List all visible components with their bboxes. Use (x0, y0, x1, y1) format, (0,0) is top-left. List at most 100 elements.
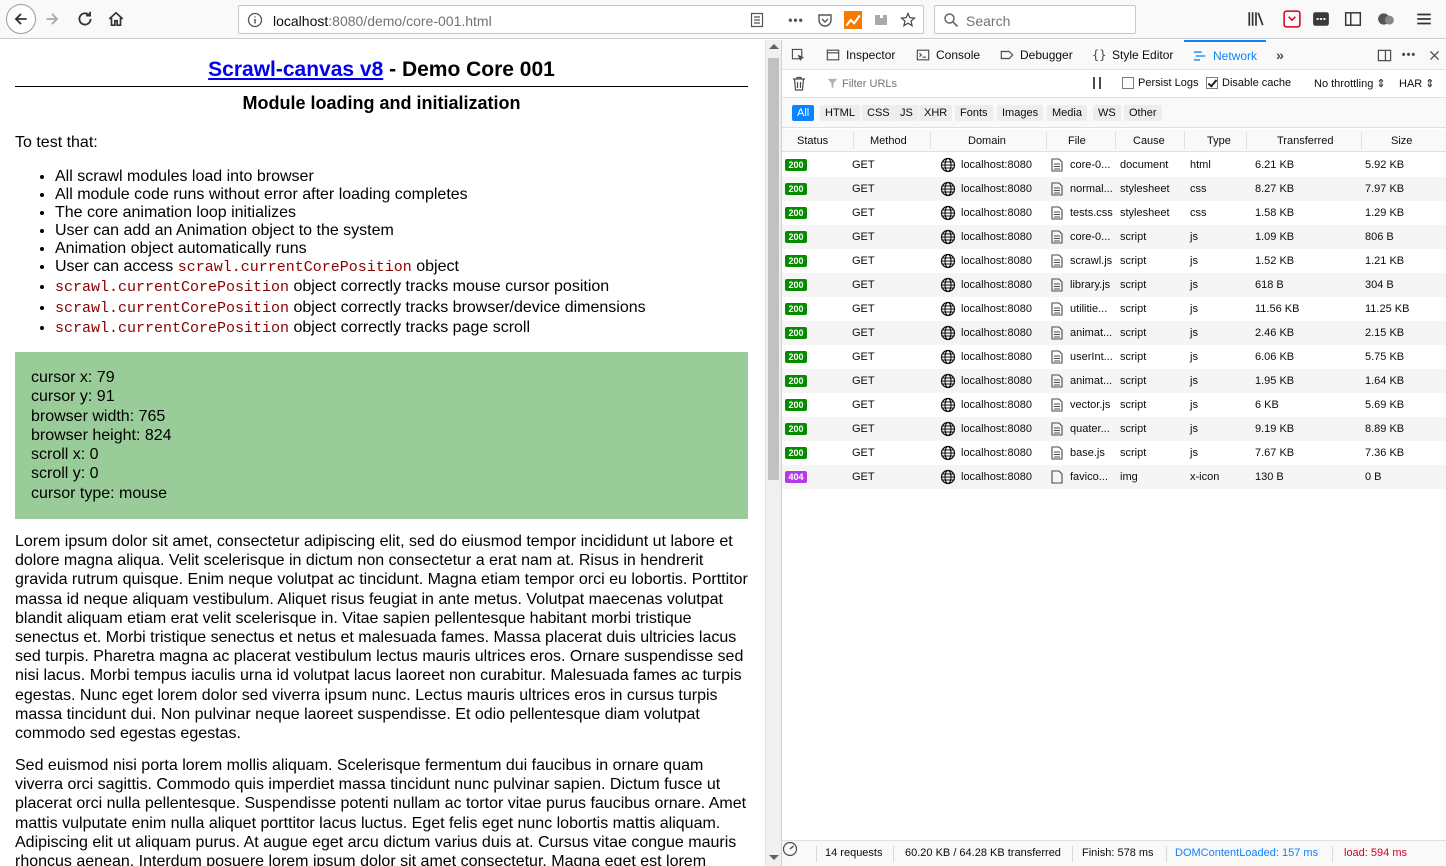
file-icon (1051, 206, 1063, 220)
scrawl-canvas-link[interactable]: Scrawl-canvas v8 (208, 58, 383, 81)
column-cause[interactable]: Cause (1133, 135, 1165, 147)
pause-button[interactable] (1093, 77, 1103, 89)
extension-dark-button[interactable] (1308, 6, 1334, 32)
table-row[interactable]: 200 GET localhost:8080 utilitie... script js 1… (782, 297, 1446, 321)
table-row[interactable]: 200 GET localhost:8080 library.js script js 61… (782, 273, 1446, 297)
element-picker-button[interactable] (790, 47, 806, 63)
filter-js-button[interactable]: JS (895, 105, 918, 121)
more-tabs-button[interactable]: » (1272, 47, 1288, 63)
account-button[interactable] (1373, 6, 1399, 32)
globe-icon (940, 205, 956, 221)
bookmark-star-button[interactable] (899, 11, 917, 29)
table-row[interactable]: 200 GET localhost:8080 core-0... document htm… (782, 153, 1446, 177)
page-scrollbar[interactable] (765, 40, 781, 866)
table-row[interactable]: 200 GET localhost:8080 tests.css stylesheet c… (782, 201, 1446, 225)
filter-html-button[interactable]: HTML (820, 105, 860, 121)
request-cause: stylesheet (1120, 207, 1170, 219)
tab-style-editor[interactable]: {} Style Editor (1092, 40, 1173, 70)
column-type[interactable]: Type (1207, 135, 1231, 147)
har-menu[interactable]: HAR ⇕ (1399, 77, 1435, 90)
filter-images-button[interactable]: Images (997, 105, 1044, 121)
filter-fonts-button[interactable]: Fonts (955, 105, 993, 121)
table-row[interactable]: 200 GET localhost:8080 animat... script js 1.9… (782, 369, 1446, 393)
trash-icon[interactable] (792, 76, 806, 91)
reader-view-button[interactable] (748, 11, 766, 29)
page-actions-button[interactable]: ••• (787, 11, 805, 29)
info-icon[interactable] (247, 12, 263, 28)
disable-cache-checkbox[interactable]: Disable cache (1206, 77, 1291, 89)
throttling-select[interactable]: No throttling ⇕ (1314, 77, 1386, 90)
checkbox-box[interactable] (1206, 77, 1218, 89)
sidebar-button[interactable] (1340, 6, 1366, 32)
forward-button[interactable] (39, 6, 65, 32)
scroll-up-arrow-icon[interactable] (769, 44, 779, 49)
request-method: GET (852, 351, 875, 363)
menu-button[interactable] (1411, 6, 1437, 32)
performance-icon[interactable] (782, 841, 798, 857)
column-transferred[interactable]: Transferred (1277, 135, 1333, 147)
request-transferred: 11.56 KB (1255, 303, 1300, 315)
request-transferred: 618 B (1255, 279, 1284, 291)
filter-other-button[interactable]: Other (1124, 105, 1162, 121)
checkbox-box[interactable] (1122, 77, 1134, 89)
request-type: x-icon (1190, 471, 1220, 483)
extension-gray-button[interactable] (872, 11, 890, 29)
scroll-down-arrow-icon[interactable] (769, 855, 779, 860)
table-row[interactable]: 200 GET localhost:8080 base.js script js 7.67 … (782, 441, 1446, 465)
scrollbar-thumb[interactable] (768, 58, 779, 480)
request-file: quater... (1070, 423, 1110, 435)
tab-inspector[interactable]: Inspector (826, 40, 895, 70)
column-status[interactable]: Status (797, 135, 828, 147)
column-file[interactable]: File (1068, 135, 1086, 147)
table-row[interactable]: 200 GET localhost:8080 scrawl.js script js 1.5… (782, 249, 1446, 273)
title-divider (15, 86, 748, 87)
globe-icon (940, 469, 956, 485)
column-domain[interactable]: Domain (968, 135, 1006, 147)
filter-urls-input[interactable]: Filter URLs (820, 75, 1080, 93)
home-button[interactable] (103, 6, 129, 32)
url-text[interactable]: localhost:8080/demo/core-001.html (273, 13, 492, 29)
close-icon (1429, 50, 1439, 60)
request-type-filters: All HTML CSS JS XHR Fonts Images Media W… (782, 98, 1446, 128)
table-row[interactable]: 200 GET localhost:8080 core-0... script js 1.0… (782, 225, 1446, 249)
tab-console[interactable]: Console (916, 40, 980, 70)
extension-chart-button[interactable] (844, 11, 862, 29)
filter-css-button[interactable]: CSS (862, 105, 895, 121)
table-row[interactable]: 200 GET localhost:8080 userInt... script js 6.… (782, 345, 1446, 369)
column-method[interactable]: Method (870, 135, 907, 147)
table-row[interactable]: 200 GET localhost:8080 normal... stylesheet c… (782, 177, 1446, 201)
filter-ws-button[interactable]: WS (1093, 105, 1121, 121)
status-badge: 404 (785, 471, 807, 483)
page-subtitle: Module loading and initialization (242, 93, 521, 113)
persist-logs-checkbox[interactable]: Persist Logs (1122, 77, 1199, 89)
request-size: 0 B (1365, 471, 1382, 483)
browser-toolbar: localhost:8080/demo/core-001.html ••• Se… (0, 0, 1446, 39)
search-bar[interactable]: Search (934, 5, 1136, 34)
filter-all-button[interactable]: All (792, 105, 815, 121)
column-separator (1184, 132, 1185, 149)
pocket-list-button[interactable] (1279, 6, 1305, 32)
list-item-text: object correctly tracks browser/device d… (289, 298, 646, 316)
tab-network[interactable]: Network (1184, 40, 1267, 70)
devtools-menu-button[interactable]: ••• (1401, 47, 1417, 63)
tab-label: Debugger (1020, 48, 1073, 62)
tab-debugger[interactable]: Debugger (1000, 40, 1073, 70)
back-button[interactable] (6, 4, 36, 34)
table-row[interactable]: 200 GET localhost:8080 quater... script js 9.1… (782, 417, 1446, 441)
pocket-button[interactable] (816, 11, 834, 29)
reload-button[interactable] (72, 6, 98, 32)
dock-toggle-button[interactable] (1376, 47, 1392, 63)
table-row[interactable]: 404 GET localhost:8080 favico... img x-icon 13… (782, 465, 1446, 489)
filter-media-button[interactable]: Media (1047, 105, 1087, 121)
file-icon (1051, 326, 1063, 340)
filter-xhr-button[interactable]: XHR (919, 105, 953, 121)
library-button[interactable] (1243, 6, 1269, 32)
url-bar[interactable]: localhost:8080/demo/core-001.html ••• (238, 5, 924, 34)
search-input[interactable]: Search (966, 13, 1010, 29)
column-size[interactable]: Size (1391, 135, 1412, 147)
table-row[interactable]: 200 GET localhost:8080 vector.js script js 6 K… (782, 393, 1446, 417)
terminal-icon (1313, 12, 1329, 26)
table-row[interactable]: 200 GET localhost:8080 animat... script js 2.4… (782, 321, 1446, 345)
close-devtools-button[interactable] (1426, 47, 1442, 63)
request-file: userInt... (1070, 351, 1113, 363)
